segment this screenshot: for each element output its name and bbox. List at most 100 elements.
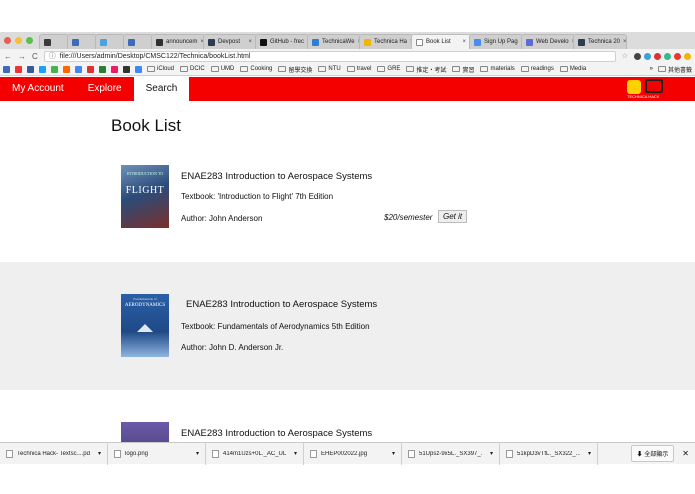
minimize-window-icon[interactable]: [15, 37, 22, 44]
download-menu-icon[interactable]: ▾: [98, 450, 101, 457]
browser-tab[interactable]: announcem×: [151, 34, 205, 49]
extension-icon[interactable]: [654, 52, 661, 60]
browser-tab[interactable]: Book List ×: [411, 34, 471, 49]
bookmark-folder[interactable]: 推定・考試: [406, 65, 446, 74]
address-bar: ← → C ⓘ file:///Users/admin/Desktop/CMSC…: [0, 49, 695, 63]
download-item[interactable]: 51Upsz-9x5L._SX397_....jpg ▾: [402, 442, 500, 465]
bookmark-folder[interactable]: 留學交換: [278, 65, 312, 74]
download-menu-icon[interactable]: ▾: [392, 450, 395, 457]
bookmark-icon[interactable]: [75, 65, 82, 73]
book-cover-image[interactable]: [121, 422, 169, 442]
bookmark-icon[interactable]: [51, 65, 58, 73]
bookmark-icon[interactable]: [111, 65, 118, 73]
tab-close-icon[interactable]: ×: [623, 35, 626, 49]
download-menu-icon[interactable]: ▾: [588, 450, 591, 457]
book-title[interactable]: ENAE283 Introduction to Aerospace System…: [181, 428, 372, 439]
reload-icon[interactable]: C: [32, 52, 38, 61]
bookmark-icon[interactable]: [3, 65, 10, 73]
bookmark-other[interactable]: 其他書籤: [657, 65, 692, 74]
file-icon: [310, 449, 317, 458]
browser-tab[interactable]: TechnicaWe×: [307, 34, 361, 49]
extension-icon[interactable]: [684, 52, 691, 60]
bookmark-icon[interactable]: [99, 65, 106, 73]
browser-tab[interactable]: Technica Ha×: [359, 34, 413, 49]
browser-tab[interactable]: [39, 34, 69, 49]
bookmark-icon[interactable]: [63, 65, 70, 73]
book-title[interactable]: ENAE283 Introduction to Aerospace System…: [181, 171, 372, 182]
nav-search[interactable]: Search: [133, 77, 190, 101]
bookmark-folder[interactable]: materials: [480, 65, 515, 74]
site-logo[interactable]: TECHNICA HACK: [627, 79, 667, 99]
bookmark-folder[interactable]: Media: [559, 65, 586, 74]
cover-title: AERODYNAMICS: [124, 303, 166, 308]
get-it-button[interactable]: Get it: [438, 210, 468, 223]
bookmark-icon[interactable]: [123, 65, 130, 73]
tab-close-icon[interactable]: ×: [248, 35, 252, 49]
extension-icon[interactable]: [674, 52, 681, 60]
bookmark-folder[interactable]: UMD: [210, 65, 235, 74]
download-item[interactable]: logo.png ▾: [108, 442, 206, 465]
file-icon: [6, 449, 13, 458]
file-icon: [212, 449, 219, 458]
nav-explore[interactable]: Explore: [76, 77, 134, 101]
browser-tab[interactable]: [123, 34, 153, 49]
bookmark-icon[interactable]: [27, 65, 34, 73]
folder-icon: [657, 66, 666, 72]
bookmark-label: Cooking: [250, 66, 273, 72]
tab-favicon-icon: [100, 38, 107, 46]
nav-my-account[interactable]: My Account: [0, 77, 76, 101]
tab-favicon-icon: [312, 38, 319, 46]
browser-tab[interactable]: Devpost ×: [203, 34, 257, 49]
extension-icon[interactable]: [634, 52, 641, 60]
book-cover-image[interactable]: Fundamentals of AERODYNAMICS: [121, 294, 169, 357]
extension-icon[interactable]: [664, 52, 671, 60]
maximize-window-icon[interactable]: [26, 37, 33, 44]
browser-tab[interactable]: [67, 34, 97, 49]
book-title[interactable]: ENAE283 Introduction to Aerospace System…: [186, 299, 377, 310]
bookmark-icon[interactable]: [135, 65, 142, 73]
download-filename: 51kpD3vTfL._SX322_....jpg: [517, 450, 580, 457]
browser-tab[interactable]: Web Develo×: [521, 34, 575, 49]
bookmark-label: 留學交換: [288, 67, 313, 74]
file-icon: [408, 449, 415, 458]
browser-tab[interactable]: Technica 20 ×: [573, 34, 627, 49]
download-menu-icon[interactable]: ▾: [490, 450, 493, 457]
bookmark-icon[interactable]: [87, 65, 94, 73]
forward-arrow-icon[interactable]: →: [18, 52, 26, 61]
extensions: [634, 52, 691, 60]
bookmark-label: UMD: [220, 66, 235, 72]
download-item[interactable]: Technica Hack- Textsc....pdf ▾: [0, 442, 108, 465]
browser-tab[interactable]: GitHub - frec×: [255, 34, 309, 49]
bookmark-folder[interactable]: DCIC: [180, 65, 205, 74]
close-downloads-icon[interactable]: ✕: [682, 449, 689, 458]
extension-icon[interactable]: [644, 52, 651, 60]
bookmark-folder[interactable]: Cooking: [240, 65, 272, 74]
info-icon[interactable]: ⓘ: [49, 52, 56, 61]
tab-close-icon[interactable]: ×: [462, 35, 466, 49]
bookmarks-more[interactable]: »: [650, 66, 653, 72]
book-cover-image[interactable]: INTRODUCTION TO FLIGHT: [121, 165, 169, 228]
logo-monitor-icon: [645, 79, 663, 93]
url-field[interactable]: ⓘ file:///Users/admin/Desktop/CMSC122/Te…: [43, 50, 616, 62]
download-menu-icon[interactable]: ▾: [196, 450, 199, 457]
bookmark-folder[interactable]: iCloud: [147, 65, 174, 74]
browser-tab[interactable]: [95, 34, 125, 49]
download-item[interactable]: 414m1Uzs+0L._AC_UL....jpg ▾: [206, 442, 304, 465]
browser-tab[interactable]: Sign Up Pag×: [469, 34, 523, 49]
bookmark-folder[interactable]: 實習: [452, 65, 474, 74]
bookmark-folder[interactable]: readings: [520, 65, 554, 74]
show-all-downloads-button[interactable]: ⬇ 全部顯示: [630, 445, 675, 462]
bookmark-folder[interactable]: NTU: [318, 65, 341, 74]
bookmark-folder[interactable]: travel: [346, 65, 371, 74]
download-menu-icon[interactable]: ▾: [294, 450, 297, 457]
tab-label: Devpost: [218, 38, 241, 45]
bookmark-folder[interactable]: GRE: [377, 65, 400, 74]
bookmark-icon[interactable]: [15, 65, 22, 73]
close-window-icon[interactable]: [4, 37, 11, 44]
download-item[interactable]: EHEP002022.jpg ▾: [304, 442, 402, 465]
bookmark-star-icon[interactable]: ☆: [622, 52, 628, 60]
file-icon: [114, 449, 121, 458]
back-arrow-icon[interactable]: ←: [4, 52, 12, 61]
download-item[interactable]: 51kpD3vTfL._SX322_....jpg ▾: [500, 442, 598, 465]
bookmark-icon[interactable]: [39, 65, 46, 73]
